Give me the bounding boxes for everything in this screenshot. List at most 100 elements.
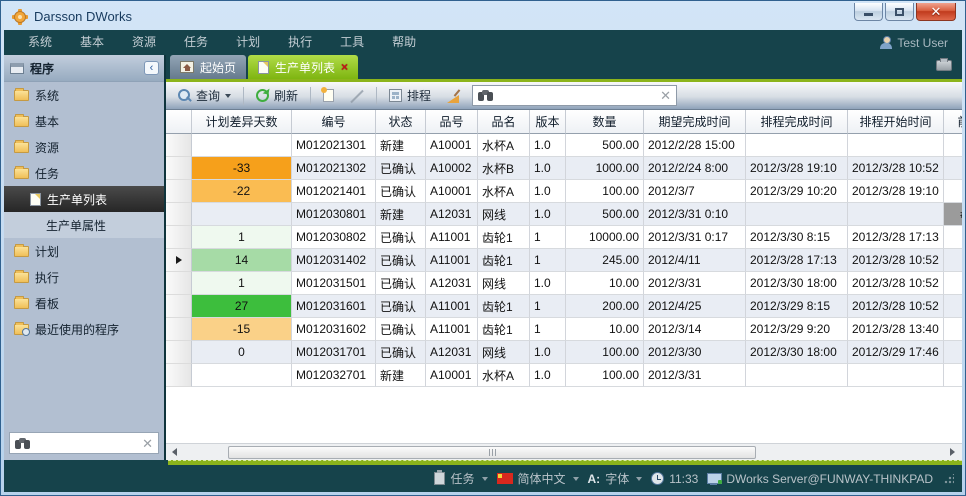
cell-item-name[interactable]: 水杯A bbox=[478, 180, 530, 203]
cell-expected-finish[interactable]: 2012/3/14 bbox=[644, 318, 746, 341]
cell-sched-start[interactable]: 2012/3/28 13:40 bbox=[848, 318, 944, 341]
cell-order-code[interactable]: M012032701 bbox=[292, 364, 376, 387]
cell-version[interactable]: 1.0 bbox=[530, 203, 566, 226]
cell-quantity[interactable]: 100.00 bbox=[566, 364, 644, 387]
cell-expected-finish[interactable]: 2012/2/28 15:00 bbox=[644, 134, 746, 157]
cell-extra[interactable] bbox=[944, 180, 962, 203]
sidebar-item-system[interactable]: 系统 bbox=[4, 82, 164, 108]
row-selector-cell[interactable] bbox=[166, 341, 192, 364]
menu-item-basic[interactable]: 基本 bbox=[66, 30, 118, 55]
cell-sched-start[interactable] bbox=[848, 364, 944, 387]
tab-close-icon[interactable]: × bbox=[341, 61, 348, 73]
cell-order-code[interactable]: M012031501 bbox=[292, 272, 376, 295]
cell-quantity[interactable]: 100.00 bbox=[566, 180, 644, 203]
query-button[interactable]: 查询 bbox=[172, 85, 237, 106]
cell-item-name[interactable]: 网线 bbox=[478, 272, 530, 295]
cell-quantity[interactable]: 10.00 bbox=[566, 318, 644, 341]
cell-diff-days[interactable]: 27 bbox=[192, 295, 292, 318]
cell-extra[interactable] bbox=[944, 157, 962, 180]
menu-item-execute[interactable]: 执行 bbox=[274, 30, 326, 55]
status-language-menu[interactable]: 简体中文 bbox=[497, 470, 579, 487]
row-selector-cell[interactable] bbox=[166, 249, 192, 272]
cell-quantity[interactable]: 10.00 bbox=[566, 272, 644, 295]
cell-item-no[interactable]: A11001 bbox=[426, 318, 478, 341]
column-header-7[interactable]: 期望完成时间 bbox=[644, 110, 746, 134]
table-row[interactable]: 0M012031701已确认A12031网线1.0100.002012/3/30… bbox=[166, 341, 962, 364]
cell-extra[interactable] bbox=[944, 318, 962, 341]
scroll-right-button[interactable] bbox=[944, 445, 960, 460]
cell-sched-start[interactable]: 2012/3/28 10:52 bbox=[848, 157, 944, 180]
cell-status[interactable]: 已确认 bbox=[376, 157, 426, 180]
menu-item-help[interactable]: 帮助 bbox=[378, 30, 430, 55]
cell-expected-finish[interactable]: 2012/2/24 8:00 bbox=[644, 157, 746, 180]
cell-order-code[interactable]: M012030801 bbox=[292, 203, 376, 226]
cell-quantity[interactable]: 10000.00 bbox=[566, 226, 644, 249]
menu-item-resource[interactable]: 资源 bbox=[118, 30, 170, 55]
cell-sched-start[interactable] bbox=[848, 134, 944, 157]
cell-sched-start[interactable]: 2012/3/29 17:46 bbox=[848, 341, 944, 364]
row-selector-cell[interactable] bbox=[166, 203, 192, 226]
maximize-button[interactable] bbox=[885, 3, 914, 21]
cell-sched-start[interactable] bbox=[848, 203, 944, 226]
column-header-8[interactable]: 排程完成时间 bbox=[746, 110, 848, 134]
cell-order-code[interactable]: M012021301 bbox=[292, 134, 376, 157]
cell-item-name[interactable]: 水杯A bbox=[478, 134, 530, 157]
cell-sched-finish[interactable] bbox=[746, 203, 848, 226]
cell-order-code[interactable]: M012030802 bbox=[292, 226, 376, 249]
cell-expected-finish[interactable]: 2012/3/31 bbox=[644, 272, 746, 295]
cell-version[interactable]: 1 bbox=[530, 226, 566, 249]
cell-status[interactable]: 已确认 bbox=[376, 295, 426, 318]
cell-diff-days[interactable]: 0 bbox=[192, 341, 292, 364]
column-header-5[interactable]: 版本 bbox=[530, 110, 566, 134]
refresh-button[interactable]: 刷新 bbox=[250, 85, 304, 106]
cell-expected-finish[interactable]: 2012/3/31 0:10 bbox=[644, 203, 746, 226]
cell-quantity[interactable]: 1000.00 bbox=[566, 157, 644, 180]
cell-diff-days[interactable] bbox=[192, 134, 292, 157]
schedule-button[interactable]: 排程 bbox=[383, 85, 437, 106]
cell-extra[interactable]: # bbox=[944, 203, 962, 226]
cell-quantity[interactable]: 100.00 bbox=[566, 341, 644, 364]
edit-button[interactable] bbox=[344, 87, 370, 105]
column-header-6[interactable]: 数量 bbox=[566, 110, 644, 134]
cell-version[interactable]: 1.0 bbox=[530, 341, 566, 364]
sidebar-item-execute[interactable]: 执行 bbox=[4, 264, 164, 290]
column-header-3[interactable]: 品号 bbox=[426, 110, 478, 134]
column-header-10[interactable]: 前 bbox=[944, 110, 962, 134]
cell-quantity[interactable]: 500.00 bbox=[566, 134, 644, 157]
cell-item-no[interactable]: A10002 bbox=[426, 157, 478, 180]
sidebar-collapse-button[interactable]: ‹ bbox=[144, 61, 159, 75]
cell-version[interactable]: 1 bbox=[530, 295, 566, 318]
cell-version[interactable]: 1.0 bbox=[530, 157, 566, 180]
cell-version[interactable]: 1.0 bbox=[530, 364, 566, 387]
column-header-9[interactable]: 排程开始时间 bbox=[848, 110, 944, 134]
toolbar-search-clear-icon[interactable]: ✕ bbox=[660, 89, 671, 102]
table-row[interactable]: M012030801新建A12031网线1.0500.002012/3/31 0… bbox=[166, 203, 962, 226]
cell-version[interactable]: 1 bbox=[530, 249, 566, 272]
cell-status[interactable]: 已确认 bbox=[376, 249, 426, 272]
cell-extra[interactable] bbox=[944, 272, 962, 295]
table-row[interactable]: 1M012030802已确认A11001齿轮1110000.002012/3/3… bbox=[166, 226, 962, 249]
row-selector-cell[interactable] bbox=[166, 272, 192, 295]
sidebar-item-plan[interactable]: 计划 bbox=[4, 238, 164, 264]
cell-sched-start[interactable]: 2012/3/28 19:10 bbox=[848, 180, 944, 203]
user-indicator[interactable]: Test User bbox=[880, 36, 952, 50]
cell-item-name[interactable]: 水杯A bbox=[478, 364, 530, 387]
cell-item-no[interactable]: A10001 bbox=[426, 134, 478, 157]
cell-status[interactable]: 新建 bbox=[376, 134, 426, 157]
status-font-menu[interactable]: A: 字体 bbox=[588, 470, 643, 487]
cell-item-name[interactable]: 齿轮1 bbox=[478, 249, 530, 272]
cell-item-no[interactable]: A11001 bbox=[426, 295, 478, 318]
sidebar-item-production-order-properties[interactable]: 生产单属性 bbox=[4, 212, 164, 238]
cell-sched-start[interactable]: 2012/3/28 17:13 bbox=[848, 226, 944, 249]
cell-expected-finish[interactable]: 2012/3/7 bbox=[644, 180, 746, 203]
cell-sched-start[interactable]: 2012/3/28 10:52 bbox=[848, 295, 944, 318]
cell-sched-finish[interactable]: 2012/3/29 8:15 bbox=[746, 295, 848, 318]
cell-item-no[interactable]: A11001 bbox=[426, 226, 478, 249]
cell-sched-start[interactable]: 2012/3/28 10:52 bbox=[848, 272, 944, 295]
sidebar-search-clear-icon[interactable]: ✕ bbox=[142, 437, 153, 450]
cell-sched-start[interactable]: 2012/3/28 10:52 bbox=[848, 249, 944, 272]
cell-sched-finish[interactable]: 2012/3/28 17:13 bbox=[746, 249, 848, 272]
cell-sched-finish[interactable]: 2012/3/30 18:00 bbox=[746, 272, 848, 295]
toolbar-search-input[interactable] bbox=[498, 89, 655, 103]
column-header-0[interactable]: 计划差异天数 bbox=[192, 110, 292, 134]
